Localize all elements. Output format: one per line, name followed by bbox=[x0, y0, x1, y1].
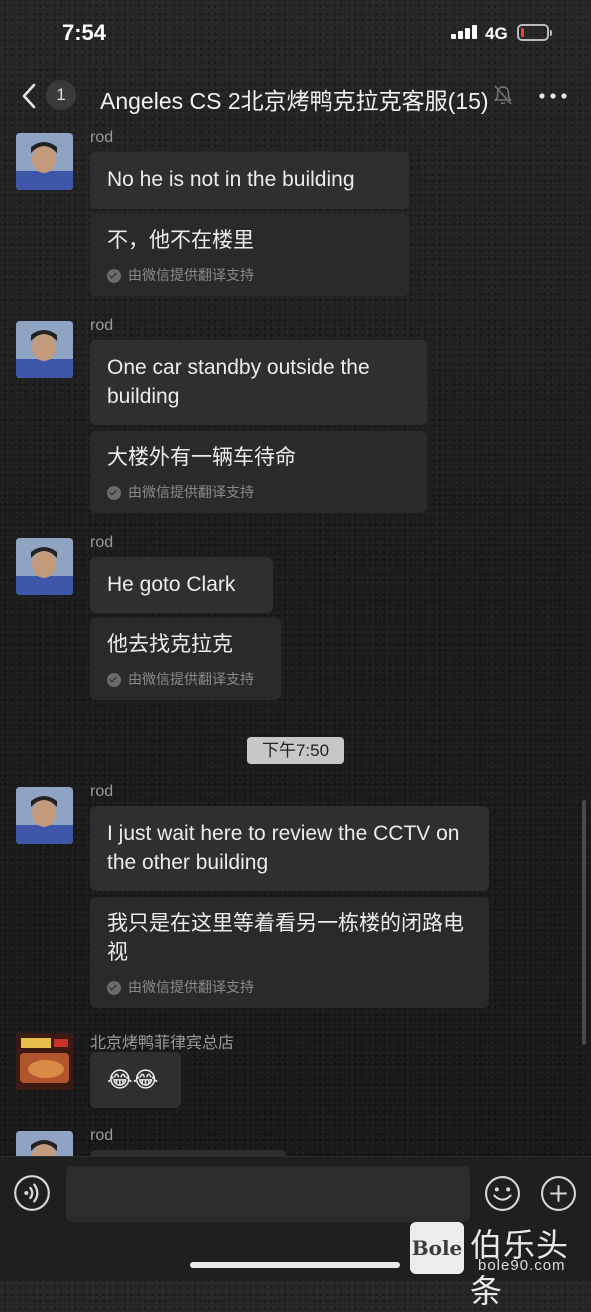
sender-name: 北京烤鸭菲律宾总店 bbox=[90, 1035, 235, 1052]
translation-bubble[interactable]: 他去找克拉克 由微信提供翻译支持 bbox=[90, 618, 281, 700]
translation-text: 大楼外有一辆车待命 bbox=[107, 446, 296, 469]
message-text: One car standby outside the building bbox=[107, 356, 370, 408]
message-text: 😂😂 bbox=[107, 1067, 159, 1092]
emoji-smile-icon[interactable] bbox=[484, 1175, 521, 1212]
translation-text: 我只是在这里等着看另一栋楼的闭路电视 bbox=[107, 912, 464, 964]
message-text: He goto Clark bbox=[107, 573, 236, 596]
sender-name: rod bbox=[90, 317, 114, 334]
check-circle-icon bbox=[107, 672, 121, 687]
sender-name: rod bbox=[90, 129, 114, 146]
translation-bubble[interactable]: 大楼外有一辆车待命 由微信提供翻译支持 bbox=[90, 431, 427, 513]
message-bubble[interactable]: 😂😂 bbox=[90, 1052, 181, 1108]
check-circle-icon bbox=[107, 268, 121, 283]
translation-note: 由微信提供翻译支持 bbox=[128, 979, 254, 995]
message-bubble[interactable]: He goto Clark bbox=[90, 557, 273, 613]
message-bubble[interactable]: No he is not in the building bbox=[90, 152, 409, 209]
bell-slash-icon bbox=[494, 85, 512, 105]
home-indicator[interactable] bbox=[190, 1262, 400, 1268]
sender-name: rod bbox=[90, 783, 114, 800]
network-label: 4G bbox=[485, 24, 508, 43]
chat-title[interactable]: Angeles CS 2北京烤鸭克拉克客服(15) bbox=[100, 82, 492, 116]
avatar[interactable] bbox=[16, 321, 73, 378]
more-dots-icon[interactable] bbox=[538, 86, 568, 106]
unread-badge[interactable]: 1 bbox=[46, 80, 76, 110]
translation-note: 由微信提供翻译支持 bbox=[128, 671, 254, 687]
watermark-url: bole90.com bbox=[478, 1257, 566, 1274]
avatar[interactable] bbox=[16, 1033, 73, 1090]
status-time: 7:54 bbox=[62, 20, 107, 45]
chat-header: 1 Angeles CS 2北京烤鸭克拉克客服(15) bbox=[0, 62, 591, 130]
voice-icon[interactable] bbox=[14, 1175, 50, 1211]
sender-name: rod bbox=[90, 1127, 114, 1144]
translation-bubble[interactable]: 不，他不在楼里 由微信提供翻译支持 bbox=[90, 214, 409, 296]
translation-text: 他去找克拉克 bbox=[107, 633, 233, 656]
avatar[interactable] bbox=[16, 538, 73, 595]
message-input[interactable] bbox=[66, 1166, 470, 1222]
check-circle-icon bbox=[107, 485, 121, 500]
scrollbar[interactable] bbox=[582, 800, 586, 1045]
plus-circle-icon[interactable] bbox=[540, 1175, 577, 1212]
translation-text: 不，他不在楼里 bbox=[107, 229, 254, 252]
time-separator: 下午7:50 bbox=[247, 737, 344, 764]
message-text: I just wait here to review the CCTV on t… bbox=[107, 822, 460, 874]
chevron-left-icon[interactable] bbox=[18, 82, 44, 110]
signal-icon bbox=[451, 25, 479, 39]
message-bubble[interactable]: One car standby outside the building bbox=[90, 340, 427, 425]
battery-icon bbox=[517, 24, 552, 41]
translation-note: 由微信提供翻译支持 bbox=[128, 484, 254, 500]
translation-bubble[interactable]: 我只是在这里等着看另一栋楼的闭路电视 由微信提供翻译支持 bbox=[90, 897, 489, 1008]
check-circle-icon bbox=[107, 980, 121, 995]
watermark-logo: Bole bbox=[410, 1222, 464, 1274]
message-bubble[interactable]: I just wait here to review the CCTV on t… bbox=[90, 806, 489, 891]
message-text: No he is not in the building bbox=[107, 168, 355, 191]
avatar[interactable] bbox=[16, 787, 73, 844]
avatar[interactable] bbox=[16, 1131, 73, 1156]
avatar[interactable] bbox=[16, 133, 73, 190]
sender-name: rod bbox=[90, 534, 114, 551]
translation-note: 由微信提供翻译支持 bbox=[128, 267, 254, 283]
